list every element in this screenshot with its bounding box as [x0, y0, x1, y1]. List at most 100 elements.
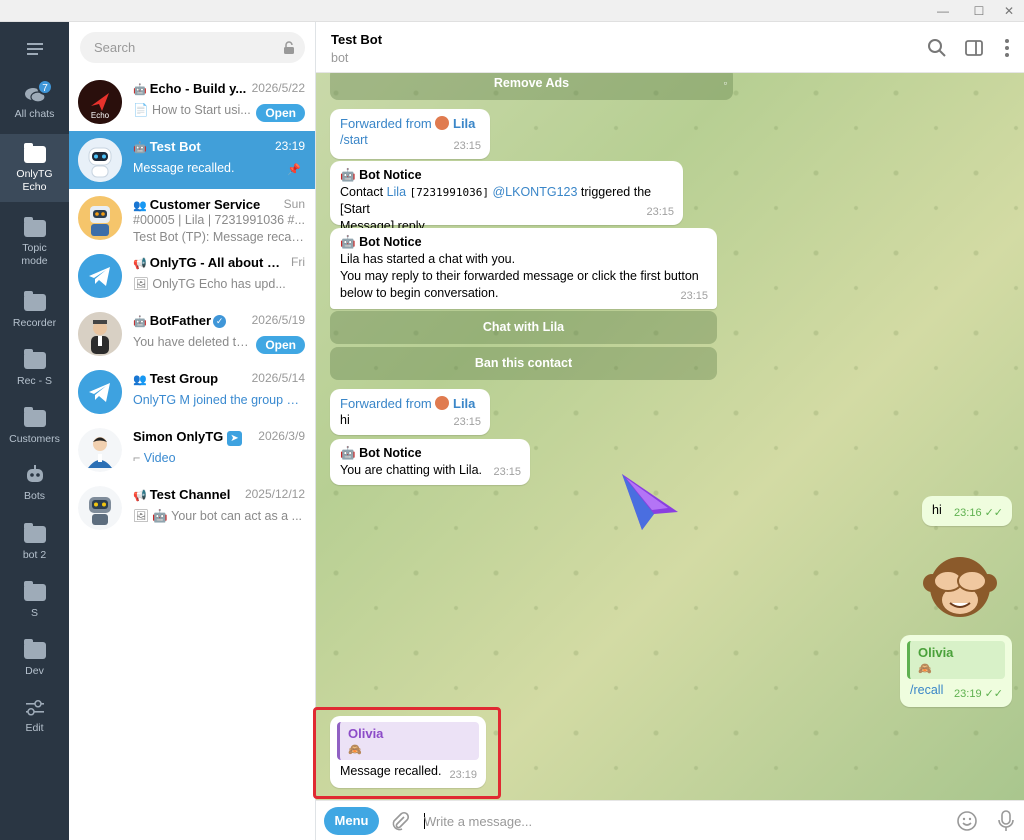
message-input[interactable]	[424, 809, 944, 833]
robot-avatar-icon	[78, 486, 122, 530]
contact-id: [7231991036]	[409, 186, 489, 199]
sliders-icon	[25, 700, 44, 716]
chat-list-panel: Search Echo 🤖 Echo - Build y... 2026/5/22…	[69, 22, 316, 840]
folder-icon	[23, 581, 46, 601]
search-icon[interactable]	[926, 37, 948, 59]
chat-topic-line: #00005 | Lila | 7231991036 #...	[133, 213, 305, 227]
user-avatar-icon	[435, 116, 450, 130]
close-window-button[interactable]: ✕	[996, 2, 1022, 20]
forwarded-message[interactable]: Forwarded from Lila hi 23:15	[330, 389, 490, 435]
more-options-icon[interactable]	[996, 37, 1018, 59]
chat-item-onlytg[interactable]: 📢 OnlyTG - All about Tel... Fri 🖼 OnlyTG …	[69, 247, 315, 305]
chat-item-test-channel[interactable]: 📢 Test Channel 2025/12/12 🖼 🤖 Your bot ca…	[69, 479, 315, 537]
paperclip-icon[interactable]	[390, 811, 410, 831]
chat-date: 2026/3/9	[258, 429, 305, 443]
folder-label: Recorder	[12, 317, 57, 329]
button-label: Remove Ads	[493, 76, 570, 90]
robot-avatar-icon	[78, 138, 122, 182]
message-time: 23:19	[954, 688, 982, 700]
avatar	[78, 138, 122, 182]
bot-icon: 🤖	[133, 142, 147, 154]
chat-item-echo[interactable]: Echo 🤖 Echo - Build y... 2026/5/22 📄 How …	[69, 73, 315, 131]
forwarded-from-name[interactable]: Lila	[453, 396, 475, 411]
chat-item-botfather[interactable]: 🤖 BotFather ✓ 2026/5/19 You have deleted t…	[69, 305, 315, 363]
folder-all-chats[interactable]: 7 All chats	[0, 76, 69, 134]
chat-preview: You have deleted tes...	[133, 335, 253, 349]
folder-recorder[interactable]: Recorder	[0, 286, 69, 344]
support-robot-avatar-icon	[78, 196, 122, 240]
microphone-icon[interactable]	[996, 809, 1016, 833]
folder-label: S	[30, 607, 38, 619]
lock-icon[interactable]	[283, 41, 295, 54]
avatar	[78, 196, 122, 240]
reply-quote[interactable]: Olivia 🙈	[907, 641, 1005, 679]
document-icon: 📄	[133, 103, 153, 117]
menu-icon	[26, 43, 43, 55]
chat-item-simon-onlytg[interactable]: Simon OnlyTG ➤ 2026/3/9 ⌐ Video	[69, 421, 315, 479]
bot-notice-message[interactable]: 🤖 Bot Notice You are chatting with Lila.…	[330, 439, 530, 485]
bot-icon: 🤖	[133, 316, 147, 328]
chat-with-contact-button[interactable]: Chat with Lila	[330, 311, 717, 344]
chat-preview: Your bot can act as a ...	[171, 509, 303, 523]
folder-icon	[23, 639, 46, 659]
notice-title: Bot Notice	[359, 168, 422, 182]
message-area[interactable]: Remove Ads ▫ Forwarded from Lila /start …	[316, 73, 1024, 800]
chat-item-customer-service[interactable]: 👥 Customer Service Sun #00005 | Lila | 72…	[69, 189, 315, 247]
contact-link[interactable]: Lila	[387, 185, 406, 199]
chat-date: 2026/5/22	[251, 81, 305, 95]
chat-name: OnlyTG - All about Tel...	[149, 255, 283, 270]
forwarded-from-name[interactable]: Lila	[453, 116, 475, 131]
hamburger-menu-button[interactable]	[0, 32, 69, 68]
chat-name: Test Group	[149, 371, 219, 386]
open-button[interactable]: Open	[256, 104, 305, 122]
chat-item-test-bot[interactable]: 🤖 Test Bot 23:19 Message recalled. 📌	[69, 131, 315, 189]
bot-notice-message[interactable]: 🤖 Bot Notice Lila has started a chat wit…	[330, 228, 717, 309]
folder-icon	[23, 217, 46, 237]
bot-menu-button[interactable]: Menu	[324, 807, 379, 835]
channel-icon: 📢	[133, 490, 147, 502]
chat-header[interactable]: Test Bot bot	[316, 22, 1024, 73]
chat-date: 23:19	[274, 139, 305, 153]
forwarded-label: Forwarded from	[340, 396, 432, 411]
message-text: hi	[932, 503, 942, 517]
forwarded-message[interactable]: Forwarded from Lila /start 23:15	[330, 109, 490, 159]
message-time: 23:15	[680, 290, 708, 302]
unread-badge: 7	[37, 79, 53, 95]
monkey-sticker-icon[interactable]	[922, 545, 998, 625]
notice-title: Bot Notice	[359, 446, 422, 460]
message-text: Contact	[340, 185, 387, 199]
maximize-button[interactable]: ☐	[966, 2, 992, 20]
search-input[interactable]: Search	[80, 32, 305, 63]
emoji-icon[interactable]	[956, 810, 978, 832]
forwarded-label: Forwarded from	[340, 116, 432, 131]
folder-dev[interactable]: Dev	[0, 634, 69, 692]
monkey-icon: 🙈	[918, 663, 932, 675]
username-link[interactable]: @LKONTG123	[492, 185, 577, 199]
minimize-button[interactable]: —	[930, 2, 956, 20]
sidebar-toggle-icon[interactable]	[963, 37, 985, 59]
ban-contact-button[interactable]: Ban this contact	[330, 347, 717, 380]
chat-name: BotFather	[149, 313, 212, 328]
folder-bots[interactable]: Bots	[0, 460, 69, 518]
folder-s[interactable]: S	[0, 576, 69, 634]
folder-rec-s[interactable]: Rec - S	[0, 344, 69, 402]
folder-topic-mode[interactable]: Topic mode	[0, 210, 69, 270]
folder-bot-2[interactable]: bot 2	[0, 518, 69, 576]
folder-label: Edit	[25, 722, 44, 734]
folder-edit[interactable]: Edit	[0, 692, 69, 750]
bot-notice-message[interactable]: 🤖 Bot Notice Contact Lila [7231991036] @…	[330, 161, 683, 233]
folder-label: Topic mode	[21, 242, 48, 267]
open-button[interactable]: Open	[256, 336, 305, 354]
avatar	[78, 486, 122, 530]
chat-item-test-group[interactable]: 👥 Test Group 2026/5/14 OnlyTG M joined th…	[69, 363, 315, 421]
person-avatar-icon	[78, 428, 122, 472]
folder-onlytg-echo[interactable]: OnlyTG Echo	[0, 134, 69, 202]
folder-customers[interactable]: Customers	[0, 402, 69, 460]
robot-icon: 🤖	[340, 168, 356, 182]
external-link-icon: ▫	[723, 78, 727, 88]
remove-ads-button[interactable]: Remove Ads ▫	[330, 73, 733, 100]
outgoing-message[interactable]: Olivia 🙈 /recall 23:19 ✓✓	[900, 635, 1012, 707]
chat-preview: Test Bot (TP): Message recalle...	[133, 230, 305, 244]
message-composer: Menu	[316, 800, 1024, 840]
outgoing-message[interactable]: hi 23:16 ✓✓	[922, 496, 1012, 526]
